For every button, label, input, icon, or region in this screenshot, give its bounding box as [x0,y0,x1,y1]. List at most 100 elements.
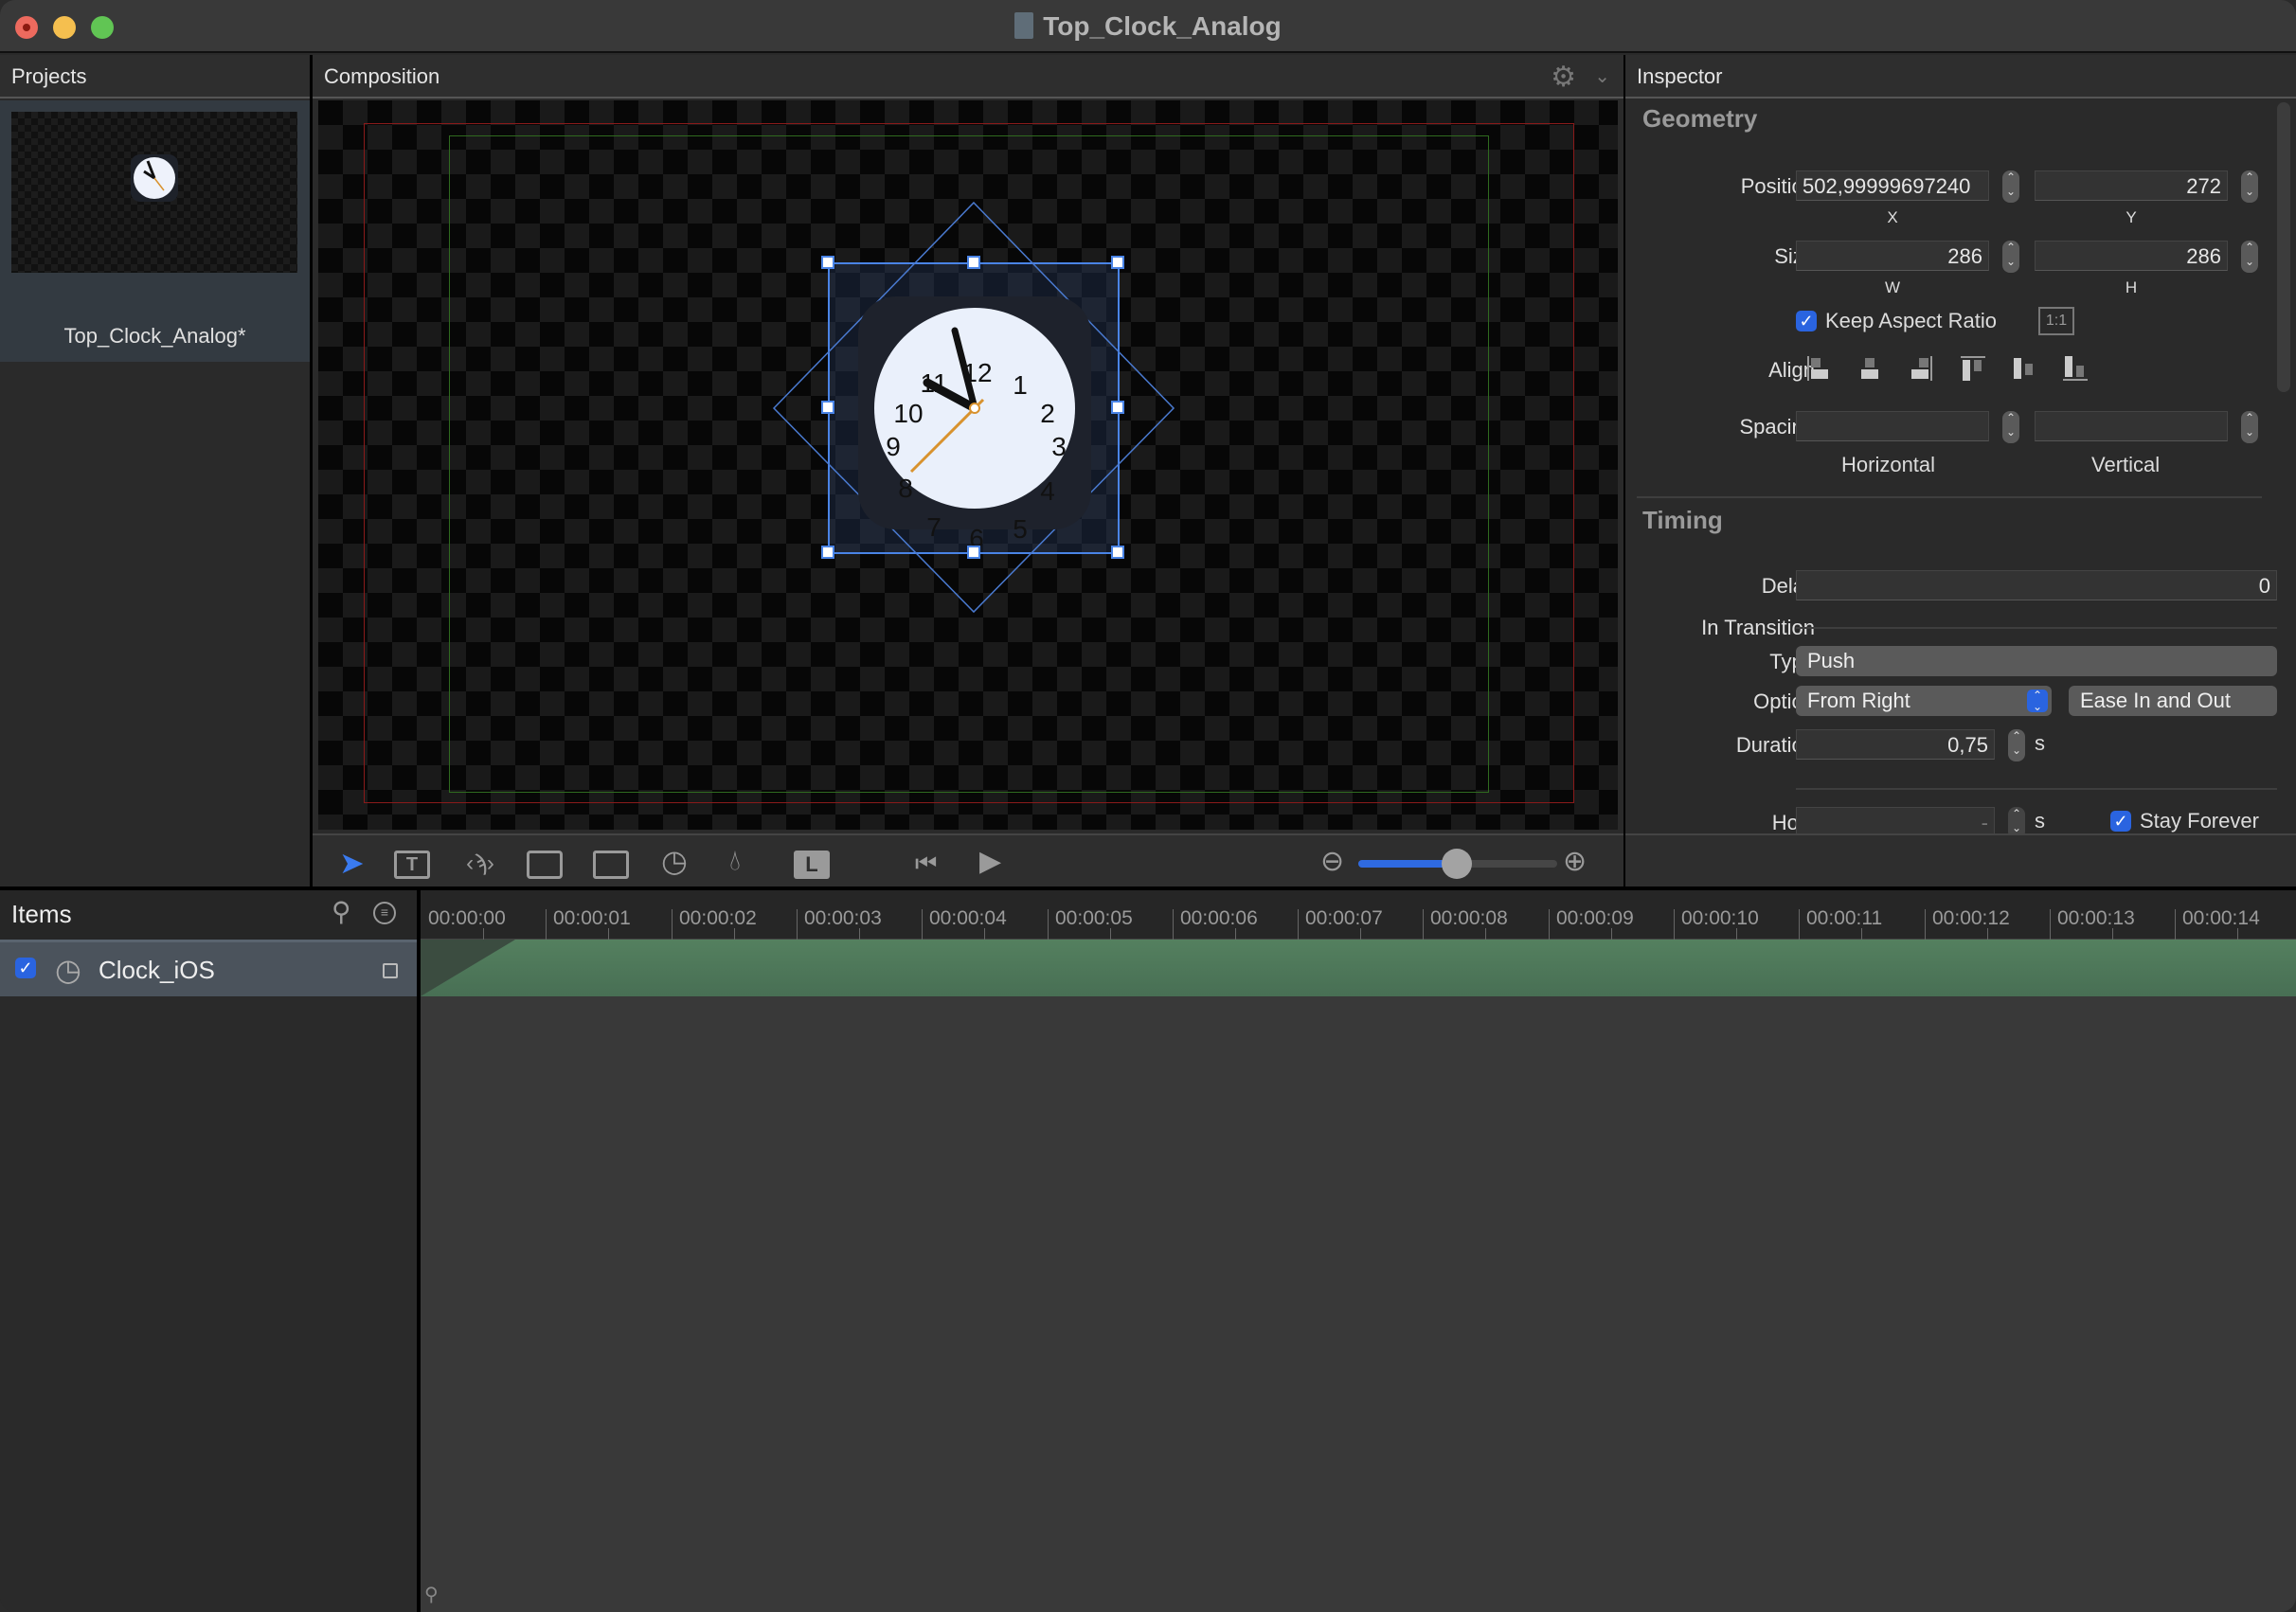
svg-text:1: 1 [1013,370,1028,400]
clock-thumbnail-icon [131,154,178,202]
zoom-slider[interactable] [1358,849,1557,879]
clock-tool-icon[interactable]: ◷ [661,843,697,878]
y-label: Y [2126,208,2137,226]
document-icon [1014,12,1034,39]
spacing-h-stepper[interactable]: ⌃ ⌄ [2002,411,2019,443]
play-icon[interactable]: ▶ [979,845,1015,877]
duration-field[interactable]: 0,75 [1796,729,1995,760]
x-label: X [1887,208,1898,226]
duration-stepper[interactable]: ⌃ ⌄ [2008,729,2025,761]
ruler-tick [1549,909,1550,940]
ruler-tick [1799,909,1800,940]
ruler-tick [1298,909,1299,940]
ruler-tick [922,909,923,940]
position-label: Position [1740,174,1815,198]
rss-feed-icon[interactable]: ‹ϡ› [457,851,504,879]
align-right-icon[interactable] [1910,356,1932,381]
svg-text:8: 8 [898,474,913,503]
unlock-icon[interactable] [383,963,398,978]
align-label: Align [1768,358,1815,382]
h-label: H [2125,278,2138,296]
option-label: Option [1753,690,1815,713]
ruler-label: 00:00:05 [1055,907,1133,929]
ruler-label: 00:00:04 [929,907,1007,929]
chevron-down-icon[interactable]: ⌄ [1594,64,1610,88]
align-center-h-icon[interactable] [1858,356,1881,381]
select-arrow-icon[interactable]: ➤ [339,845,375,880]
position-y-stepper[interactable]: ⌃ ⌄ [2241,170,2258,203]
gear-icon[interactable]: ⚙ [1551,61,1576,94]
option-popup[interactable]: From Right ⌃ ⌄ [1796,686,2052,716]
horizontal-label: Horizontal [1841,453,1936,476]
align-left-icon[interactable] [1807,356,1830,381]
project-name: Top_Clock_Analog* [63,324,246,348]
spacing-h-field[interactable] [1796,411,1989,441]
position-y-field[interactable]: 272 [2035,170,2228,201]
ruler-tick [1423,909,1424,940]
ruler-tick [1925,909,1926,940]
easing-popup[interactable]: Ease In and Out [2069,686,2277,716]
clock-icon: ◷ [55,953,81,987]
timeline-zoom-icon[interactable]: ⚲ [424,1583,439,1606]
composition-canvas[interactable]: 121234567891011 [318,100,1618,830]
inspector-scrollbar[interactable] [2277,102,2290,392]
drop-icon[interactable]: 💧︎ [729,845,765,876]
size-h-stepper[interactable]: ⌃ ⌄ [2241,241,2258,273]
svg-text:9: 9 [886,432,901,461]
zoom-in-icon[interactable]: ⊕ [1563,845,1599,877]
align-bottom-icon[interactable] [2063,356,2088,381]
zoom-slider-knob[interactable] [1442,849,1472,879]
align-top-icon[interactable] [1961,356,1985,381]
position-x-stepper[interactable]: ⌃ ⌄ [2002,170,2019,203]
lower-third-icon[interactable]: L [794,851,830,879]
app-window: Top_Clock_Analog Projects Top_Clock_Anal… [0,0,2296,1612]
ruler-tick [2175,909,2176,940]
ruler-tick [672,909,673,940]
stay-forever-checkbox[interactable]: ✓ [2110,811,2131,832]
timing-section-title: Timing [1642,506,1723,534]
align-middle-icon[interactable] [2012,356,2036,381]
svg-text:10: 10 [893,399,923,428]
items-title: Items [11,900,72,928]
type-popup[interactable]: Push [1796,646,2277,676]
spacing-v-field[interactable] [2035,411,2228,441]
text-tool-icon[interactable]: T [394,851,430,879]
film-icon[interactable] [593,851,629,879]
project-item[interactable]: Top_Clock_Analog* [0,100,310,362]
ruler-label: 00:00:00 [428,907,506,929]
skip-back-icon[interactable]: ⏮ [915,849,951,877]
timeline-track-clock[interactable] [421,940,2296,996]
position-x-field[interactable]: 502,99999697240 [1796,170,1989,201]
transition-ramp [421,940,515,996]
size-label: Size [1774,244,1815,268]
zoom-out-icon[interactable]: ⊖ [1320,845,1356,877]
ruler-label: 00:00:14 [2182,907,2260,929]
ruler-tick [1674,909,1675,940]
keep-aspect-checkbox[interactable]: ✓ [1796,311,1817,331]
selected-clock-item[interactable]: 121234567891011 [318,100,1618,830]
section-divider [1637,496,2262,498]
spacing-v-stepper[interactable]: ⌃ ⌄ [2241,411,2258,443]
timeline-panel[interactable]: 00:00:00 00:00:01 00:00:02 00:00:03 00:00:04… [421,890,2296,1612]
stay-forever-label: Stay Forever [2140,809,2259,833]
ruler-label: 00:00:07 [1305,907,1383,929]
ruler-label: 00:00:08 [1430,907,1508,929]
spacing-label: Spacing [1739,415,1815,439]
size-w-field[interactable]: 286 [1796,241,1989,271]
item-visibility-checkbox[interactable]: ✓ [15,958,36,978]
filter-icon[interactable]: ≡ [373,902,396,924]
ruler-tick [1173,909,1174,940]
image-icon[interactable] [527,851,563,879]
timeline-ruler[interactable]: 00:00:00 00:00:01 00:00:02 00:00:03 00:00:04… [421,890,2296,940]
size-w-stepper[interactable]: ⌃ ⌄ [2002,241,2019,273]
size-h-field[interactable]: 286 [2035,241,2228,271]
search-icon[interactable]: ⚲ [332,896,351,927]
delay-field[interactable]: 0 [1796,570,2277,600]
item-row[interactable]: ✓ ◷ Clock_iOS [0,940,417,996]
ruler-tick [797,909,798,940]
ruler-label: 00:00:01 [553,907,631,929]
svg-text:2: 2 [1040,399,1055,428]
geometry-section-title: Geometry [1642,104,1758,133]
ruler-tick [546,909,547,940]
ratio-button[interactable]: 1:1 [2038,307,2074,335]
